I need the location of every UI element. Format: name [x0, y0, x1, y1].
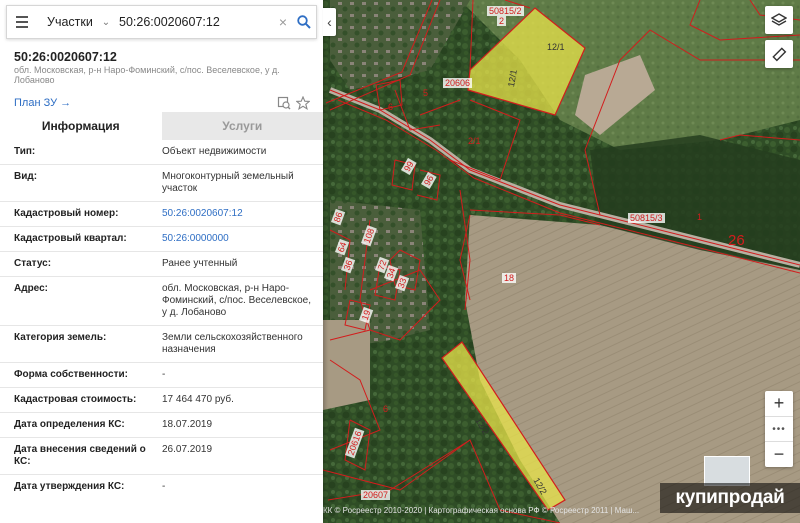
info-panel: Участки ⌄ 50:26:0020607:12 × 50:26:00206…	[0, 0, 323, 523]
info-row-value-date: Дата определения КС: 18.07.2019	[0, 412, 323, 437]
clear-icon[interactable]: ×	[274, 14, 292, 30]
cadastral-quarter-link[interactable]: 50:26:0000000	[162, 233, 312, 245]
info-row-cadastral-quarter: Кадастровый квартал: 50:26:0000000	[0, 226, 323, 251]
star-icon[interactable]	[295, 95, 311, 113]
row-value: -	[162, 481, 166, 492]
ruler-button[interactable]	[765, 40, 793, 68]
info-row-address: Адрес: обл. Московская, р-н Наро-Фоминск…	[0, 276, 323, 325]
layers-icon	[771, 13, 787, 26]
row-label: Кадастровая стоимость:	[14, 394, 137, 405]
plot-label-6-b: 6	[383, 404, 389, 414]
plot-label-2-1: 2/1	[468, 136, 481, 146]
plot-label-18: 18	[502, 273, 517, 283]
info-row-land-category: Категория земель: Земли сельскохозяйстве…	[0, 325, 323, 362]
plot-label-50815-3: 50815/3	[628, 213, 665, 223]
search-bar: Участки ⌄ 50:26:0020607:12 ×	[6, 5, 317, 39]
plan-view-icon[interactable]	[277, 96, 291, 113]
info-row-approval-date: Дата утверждения КС: -	[0, 474, 323, 499]
row-label: Тип:	[14, 146, 36, 157]
ruler-icon	[772, 47, 787, 62]
info-row-type: Тип: Объект недвижимости	[0, 140, 323, 164]
layers-button[interactable]	[765, 6, 793, 34]
row-label: Кадастровый номер:	[14, 208, 119, 219]
search-button[interactable]	[292, 5, 316, 39]
row-value: Многоконтурный земельный участок	[162, 171, 294, 194]
watermark-logo: купипродай	[660, 483, 800, 513]
tab-services[interactable]: Услуги	[161, 112, 323, 140]
info-table: Тип: Объект недвижимости Вид: Многоконту…	[0, 140, 323, 499]
more-button[interactable]: •••	[765, 416, 793, 442]
row-value: Земли сельскохозяйственного назначения	[162, 332, 303, 355]
tab-bar: Информация Услуги	[0, 112, 323, 140]
chevron-down-icon[interactable]: ⌄	[99, 17, 113, 28]
search-input[interactable]: 50:26:0020607:12	[113, 15, 274, 29]
collapse-panel-button[interactable]: ‹	[323, 8, 336, 36]
basemap-thumbnail[interactable]	[704, 456, 750, 486]
map-copyright: КК © Росреестр 2010-2020 | Картографичес…	[323, 506, 640, 515]
info-row-status: Статус: Ранее учтенный	[0, 251, 323, 276]
info-row-cadastral-number: Кадастровый номер: 50:26:0020607:12	[0, 201, 323, 226]
zoom-controls: + ••• −	[765, 391, 793, 467]
object-address: обл. Московская, р-н Наро-Фоминский, с/п…	[14, 65, 280, 85]
row-label: Кадастровый квартал:	[14, 233, 127, 244]
plot-label-26: 26	[728, 232, 745, 249]
info-row-ownership: Форма собственности: -	[0, 362, 323, 387]
row-label: Адрес:	[14, 283, 48, 294]
row-label: Вид:	[14, 171, 38, 182]
plot-label-20607: 20607	[361, 490, 391, 500]
plot-label-5: 5	[423, 88, 429, 98]
plot-label-20606: 20606	[443, 78, 473, 88]
menu-button[interactable]	[7, 5, 37, 39]
row-label: Категория земель:	[14, 332, 107, 343]
row-label: Статус:	[14, 258, 52, 269]
row-value: -	[162, 369, 166, 380]
layer-select[interactable]: Участки	[37, 15, 99, 29]
plan-link[interactable]: План ЗУ →	[14, 97, 71, 109]
row-value: 17 464 470 руб.	[162, 394, 234, 405]
chevron-left-icon: ‹	[327, 14, 332, 30]
plot-label-12-1-a: 12/1	[547, 42, 565, 52]
row-value: 18.07.2019	[162, 419, 213, 430]
row-value: Объект недвижимости	[162, 146, 267, 157]
object-title: 50:26:0020607:12	[14, 50, 117, 64]
row-label: Дата утверждения КС:	[14, 481, 125, 492]
plot-label-2: 2	[497, 16, 507, 26]
tab-info[interactable]: Информация	[0, 112, 162, 140]
plot-label-1: 1	[697, 212, 703, 222]
info-row-cadastral-value: Кадастровая стоимость: 17 464 470 руб.	[0, 387, 323, 412]
row-value: обл. Московская, р-н Наро-Фоминский, с/п…	[162, 283, 312, 318]
search-icon	[297, 15, 311, 29]
info-row-kind: Вид: Многоконтурный земельный участок	[0, 164, 323, 201]
plot-label-6-a: 6	[388, 102, 394, 112]
info-row-entry-date: Дата внесения сведений о КС: 26.07.2019	[0, 437, 323, 474]
arrow-right-icon: →	[60, 97, 72, 109]
row-value: Ранее учтенный	[162, 258, 238, 269]
row-label: Дата определения КС:	[14, 419, 125, 430]
row-value: 26.07.2019	[162, 444, 213, 455]
row-label: Дата внесения сведений о КС:	[14, 444, 146, 467]
plot-label-50815-2: 50815/2	[487, 6, 524, 16]
cadastral-number-link[interactable]: 50:26:0020607:12	[162, 208, 312, 220]
zoom-in-button[interactable]: +	[765, 391, 793, 416]
zoom-out-button[interactable]: −	[765, 442, 793, 467]
row-label: Форма собственности:	[14, 369, 128, 380]
